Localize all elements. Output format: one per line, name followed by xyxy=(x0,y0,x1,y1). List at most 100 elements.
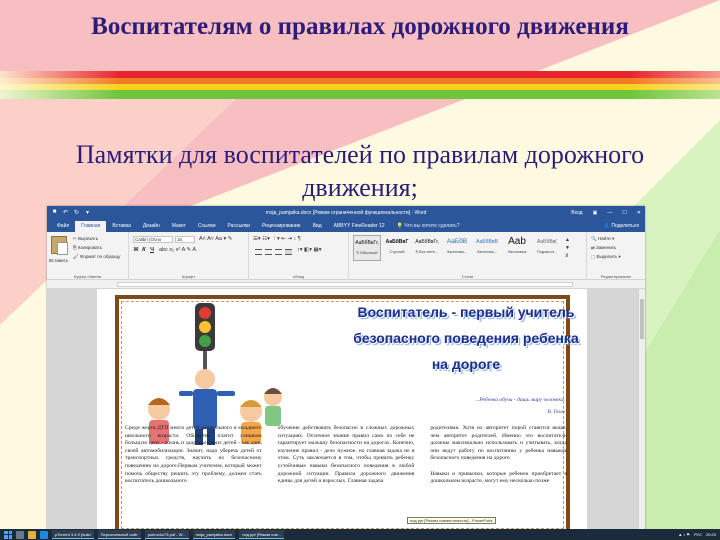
underline-icon[interactable]: Ч xyxy=(149,247,155,253)
editing-group-label: Редактирование xyxy=(600,274,632,279)
style-heading-2[interactable]: АаБбВвВ Заголово... xyxy=(473,235,501,261)
flyer-heading-line-1: Воспитатель - первый учитель xyxy=(357,304,575,320)
grow-font-icon[interactable]: A˄ A˅ Aa ▾ ✎ xyxy=(199,236,232,242)
cut-button[interactable]: ✂ Вырезать xyxy=(73,236,98,242)
style-no-spacing-sample: АаБбВвГг, xyxy=(415,239,439,245)
copy-button[interactable]: ⎘ Копировать xyxy=(73,245,102,250)
style-heading-1-name: Заголово... xyxy=(446,249,468,254)
tab-home[interactable]: Главная xyxy=(75,221,107,232)
article-column-1: Среди жертв ДТП много детей дошкольного … xyxy=(125,425,262,485)
paragraph-group-label: Абзац xyxy=(292,274,305,279)
clipboard-group-label: Буфер обмена xyxy=(73,274,102,279)
align-center-icon[interactable] xyxy=(265,249,272,255)
document-area: Воспитатель - первый учитель безопасного… xyxy=(47,289,645,535)
input-language[interactable]: РУС xyxy=(694,532,702,537)
style-heading-2-sample: АаБбВвВ xyxy=(476,239,498,245)
styles-scroll-icon[interactable]: ▲ ▼ ⊻ xyxy=(565,236,570,260)
style-title-name: Заголовок xyxy=(507,249,527,254)
search-icon[interactable] xyxy=(16,530,24,539)
find-button[interactable]: 🔍 Найти ▾ xyxy=(591,236,614,242)
style-title[interactable]: Aab Заголовок xyxy=(503,235,531,261)
flyer-heading-line-2: безопасного поведения ребенка xyxy=(353,330,579,346)
justify-icon[interactable] xyxy=(285,249,292,255)
taskbar-item-powerpoint-label: под.ppt [Режим сов... xyxy=(242,531,282,537)
styles-group: АаБбВвГг, ¶ Обычный АаБбВвГ Строгий АаБб… xyxy=(349,232,587,280)
browser-icon[interactable] xyxy=(40,530,48,539)
tab-design[interactable]: Дизайн xyxy=(137,221,166,232)
flyer-heading-line-3: на дороге xyxy=(431,356,501,372)
paste-icon[interactable] xyxy=(51,236,68,255)
tab-insert[interactable]: Вставка xyxy=(106,221,137,232)
select-button[interactable]: ⬚ Выделить ▾ xyxy=(591,254,621,260)
tray-icons[interactable]: ▲ ♪ ⚑ xyxy=(678,532,690,537)
style-no-spacing[interactable]: АаБбВвГг, ¶ Без инте... xyxy=(413,235,441,261)
style-normal-sample: АаБбВвГг, xyxy=(355,240,379,246)
tab-review[interactable]: Рецензирование xyxy=(256,221,307,232)
style-heading-1[interactable]: АаБбВ Заголово... xyxy=(443,235,471,261)
bullets-icon[interactable]: ☰▾ ☷▾ ⋮▾ ⇤ ⇥ ↕ ¶ xyxy=(253,236,301,242)
tab-view[interactable]: Вид xyxy=(307,221,328,232)
word-window: ■ ↶ ↻ ▾ moja_pamjatka.docx [Режим ограни… xyxy=(47,206,645,540)
document-page[interactable]: Воспитатель - первый учитель безопасного… xyxy=(97,289,587,535)
format-painter-label: Формат по образцу xyxy=(79,254,121,259)
slide-title: Воспитателям о правилах дорожного движен… xyxy=(91,13,629,40)
font-size-select[interactable]: 16 xyxy=(175,236,195,243)
article-columns: Среди жертв ДТП много детей дошкольного … xyxy=(125,425,567,486)
taskbar-item-pdf[interactable]: pokrovko73.pdf - W... xyxy=(144,530,189,539)
taskbar-item-word-label: moja_pamjatka.docx xyxy=(195,531,233,537)
bold-icon[interactable]: Ж xyxy=(133,247,139,253)
style-normal[interactable]: АаБбВвГг, ¶ Обычный xyxy=(353,235,381,261)
tab-references[interactable]: Ссылки xyxy=(192,221,222,232)
style-heading-1-sample: АаБбВ xyxy=(446,238,468,245)
align-right-icon[interactable] xyxy=(275,249,282,255)
styles-group-label: Стили xyxy=(461,274,474,279)
align-left-icon[interactable] xyxy=(255,249,262,255)
style-normal-name: ¶ Обычный xyxy=(356,250,378,255)
tell-me-box[interactable]: 💡 Что вы хотите сделать? xyxy=(391,221,466,232)
ruler xyxy=(47,280,645,289)
taskbar-tooltip: под.ppt [Режим совместимости] - PowerPoi… xyxy=(407,517,496,524)
clock[interactable]: 20:23 xyxy=(706,532,716,537)
taskbar-item-powerpoint[interactable]: под.ppt [Режим сов... xyxy=(239,530,285,539)
line-spacing-icon[interactable]: ↕▾ ◧▾ ▦▾ xyxy=(297,247,321,253)
ribbon: Вставить ✂ Вырезать ⎘ Копировать 🖌 Форма… xyxy=(47,232,645,280)
replace-button[interactable]: ⇄ Заменить xyxy=(591,245,616,251)
style-strong[interactable]: АаБбВвГ Строгий xyxy=(383,235,411,261)
font-group-label: Шрифт xyxy=(181,274,196,279)
flyer-heading: Воспитатель - первый учитель безопасного… xyxy=(321,299,611,377)
taskbar-item-utorrent-label: µTorrent 3.4.9 (build xyxy=(55,531,91,537)
tab-layout[interactable]: Макет xyxy=(166,221,192,232)
window-title: moja_pamjatka.docx [Режим ограниченной ф… xyxy=(265,210,427,216)
italic-icon[interactable]: К xyxy=(141,247,147,253)
tab-abbyy[interactable]: ABBYY FineReader 12 xyxy=(328,221,391,232)
taskbar-item-pdf-label: pokrovko73.pdf - W... xyxy=(147,531,186,537)
taskbar-item-utorrent[interactable]: µTorrent 3.4.9 (build xyxy=(52,530,94,539)
share-button[interactable]: 👤 Поделиться xyxy=(598,221,645,232)
flyer-quote-author: В. Гюго xyxy=(547,409,565,415)
vertical-scrollbar[interactable] xyxy=(638,289,645,532)
style-subtitle-sample: АаБбВв( xyxy=(537,239,557,245)
slide-subtitle: Памятки для воспитателей по правилам дор… xyxy=(75,140,645,202)
format-painter-button[interactable]: 🖌 Формат по образцу xyxy=(73,254,120,260)
strikethrough-icon[interactable]: abc x₂ x² A ✎ A xyxy=(159,247,196,253)
file-explorer-icon[interactable] xyxy=(28,530,36,539)
font-name-select[interactable]: Calibri (Осно xyxy=(133,236,173,243)
tab-mailings[interactable]: Рассылки xyxy=(222,221,256,232)
tab-file[interactable]: Файл xyxy=(51,221,75,232)
clipboard-group: Вставить ✂ Вырезать ⎘ Копировать 🖌 Форма… xyxy=(47,232,129,280)
style-subtitle[interactable]: АаБбВв( Подзагол... xyxy=(533,235,561,261)
style-title-sample: Aab xyxy=(508,236,526,247)
editing-group: 🔍 Найти ▾ ⇄ Заменить ⬚ Выделить ▾ Редакт… xyxy=(587,232,645,280)
scrollbar-thumb[interactable] xyxy=(640,299,644,339)
paragraph-group: ☰▾ ☷▾ ⋮▾ ⇤ ⇥ ↕ ¶ ↕▾ ◧▾ ▦▾ Абзац xyxy=(249,232,349,280)
article-column-2: обучение действовать безопасно в сложных… xyxy=(277,425,415,485)
title-bar: ■ ↶ ↻ ▾ moja_pamjatka.docx [Режим ограни… xyxy=(47,206,645,219)
font-group: Calibri (Осно 16 A˄ A˅ Aa ▾ ✎ Ж К Ч abc … xyxy=(129,232,249,280)
cut-label: Вырезать xyxy=(78,236,99,241)
flyer-quote-text: ...Ребенка обучи - дашь миру человека. xyxy=(475,397,565,403)
paste-button[interactable]: Вставить xyxy=(49,258,68,263)
taskbar-item-website[interactable]: Персональный сайт xyxy=(97,530,141,539)
windows-start-icon[interactable] xyxy=(4,530,12,539)
share-label: Поделиться xyxy=(611,223,639,229)
taskbar-item-word[interactable]: moja_pamjatka.docx xyxy=(192,530,236,539)
